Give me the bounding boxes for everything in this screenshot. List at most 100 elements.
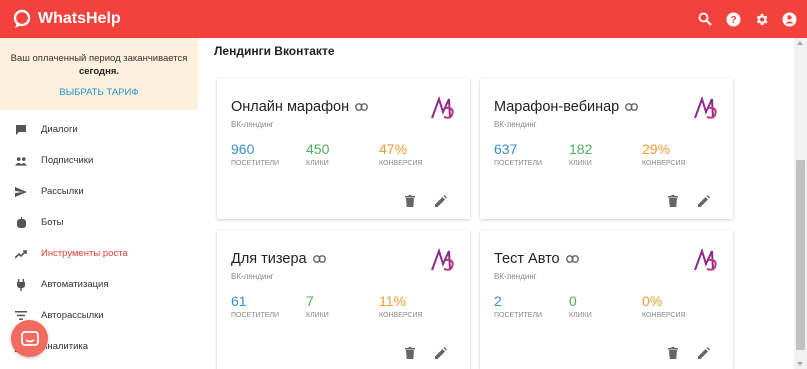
landing-card[interactable]: Онлайн марафон ВК-лендинг 960 Посетители … [217, 78, 470, 219]
sidebar-item-label: Рассылки [41, 186, 84, 197]
stat-visitors: 960 Посетители [231, 141, 279, 167]
support-chat-button[interactable] [11, 320, 48, 357]
sidebar-item-label: Боты [41, 217, 64, 228]
stat-value: 47% [379, 141, 408, 157]
link-icon[interactable] [355, 103, 369, 111]
vk-landing-logo-icon [694, 247, 717, 271]
scroll-down-arrow[interactable] [797, 362, 803, 366]
stat-value: 11% [379, 293, 406, 309]
sidebar-item-label: Инструменты роста [41, 248, 128, 259]
edit-button[interactable] [434, 194, 448, 208]
top-app-bar: WhatsHelp ? [0, 0, 807, 38]
vertical-scrollbar[interactable] [794, 38, 807, 369]
sidebar-item-dialogs[interactable]: Диалоги [0, 114, 198, 145]
stat-value: 182 [569, 141, 593, 157]
stat-visitors: 2 Посетители [494, 293, 542, 319]
stat-label: Клики [569, 312, 592, 319]
help-icon[interactable]: ? [725, 11, 741, 27]
sidebar-item-label: Подписчики [41, 155, 94, 166]
delete-button[interactable] [666, 346, 680, 360]
link-icon[interactable] [625, 103, 639, 111]
stat-label: Клики [306, 160, 329, 167]
main-content: Лендинги Вконтакте Онлайн марафон ВК-лен… [198, 38, 794, 369]
sidebar-item-growth-tools[interactable]: Инструменты роста [0, 238, 198, 269]
trash-icon [668, 195, 678, 207]
app-name: WhatsHelp [38, 10, 121, 27]
subscription-notice: Ваш оплаченный период заканчивается сего… [0, 38, 198, 110]
sidebar-item-bots[interactable]: Боты [0, 207, 198, 238]
stat-value: 450 [306, 141, 330, 157]
stat-clicks: 450 Клики [306, 141, 329, 167]
stat-clicks: 182 Клики [569, 141, 592, 167]
vk-landing-logo-icon [431, 95, 454, 119]
scroll-up-arrow[interactable] [797, 41, 803, 45]
card-title: Марафон-вебинар [494, 99, 620, 115]
delete-button[interactable] [403, 346, 417, 360]
card-subtitle: ВК-лендинг [231, 120, 274, 129]
pencil-icon [698, 347, 710, 359]
stat-conversion: 0% Конверсия [642, 293, 686, 319]
stat-value: 960 [231, 141, 255, 157]
sidebar-item-label: Авторассылки [41, 310, 104, 321]
notice-text: Ваш оплаченный период заканчивается [10, 53, 188, 64]
sidebar-item-subscribers[interactable]: Подписчики [0, 145, 198, 176]
stat-clicks: 7 Клики [306, 293, 329, 319]
stat-label: Клики [569, 160, 592, 167]
landing-card[interactable]: Тест Авто ВК-лендинг 2 Посетители 0 Клики … [480, 230, 733, 369]
delete-button[interactable] [666, 194, 680, 208]
notice-deadline: сегодня. [78, 66, 120, 77]
delete-button[interactable] [403, 194, 417, 208]
stat-value: 0% [642, 293, 663, 309]
choose-plan-link[interactable]: Выбрать тариф [0, 87, 198, 98]
sidebar-item-broadcasts[interactable]: Рассылки [0, 176, 198, 207]
stat-conversion: 11% Конверсия [379, 293, 423, 319]
scrollbar-thumb[interactable] [796, 160, 805, 350]
stat-label: Конверсия [642, 160, 686, 167]
link-icon[interactable] [312, 255, 326, 263]
card-title: Онлайн марафон [231, 99, 350, 115]
pencil-icon [698, 195, 710, 207]
edit-button[interactable] [697, 346, 711, 360]
edit-button[interactable] [434, 346, 448, 360]
pencil-icon [435, 195, 447, 207]
stat-value: 0 [569, 293, 577, 309]
stat-conversion: 29% Конверсия [642, 141, 686, 167]
stat-visitors: 637 Посетители [494, 141, 542, 167]
app-logo[interactable]: WhatsHelp [12, 9, 121, 29]
landing-card[interactable]: Для тизера ВК-лендинг 61 Посетители 7 Клик… [217, 230, 470, 369]
card-title: Для тизера [231, 251, 307, 267]
stat-label: Конверсия [379, 160, 423, 167]
stat-label: Посетители [494, 312, 543, 319]
stat-value: 637 [494, 141, 518, 157]
stat-label: Конверсия [642, 312, 686, 319]
stat-label: Посетители [231, 160, 280, 167]
stat-label: Посетители [231, 312, 280, 319]
sidebar-item-label: Автоматизация [41, 279, 109, 290]
sidebar-item-automation[interactable]: Автоматизация [0, 269, 198, 300]
stat-value: 2 [494, 293, 502, 309]
stat-label: Конверсия [379, 312, 423, 319]
search-icon[interactable] [697, 11, 713, 27]
stat-value: 7 [306, 293, 314, 309]
link-icon[interactable] [565, 255, 579, 263]
card-subtitle: ВК-лендинг [231, 272, 274, 281]
bot-icon [15, 216, 27, 229]
stat-conversion: 47% Конверсия [379, 141, 423, 167]
chat-icon [15, 124, 27, 136]
edit-button[interactable] [697, 194, 711, 208]
stat-clicks: 0 Клики [569, 293, 592, 319]
page-title: Лендинги Вконтакте [214, 44, 335, 58]
stat-value: 61 [231, 293, 247, 309]
card-subtitle: ВК-лендинг [494, 272, 537, 281]
card-subtitle: ВК-лендинг [494, 120, 537, 129]
send-icon [15, 186, 27, 198]
landing-card[interactable]: Марафон-вебинар ВК-лендинг 637 Посетители… [480, 78, 733, 219]
card-title: Тест Авто [494, 251, 560, 267]
chat-bubble-icon [20, 330, 39, 346]
account-icon[interactable] [781, 11, 797, 27]
stat-value: 29% [642, 141, 671, 157]
trash-icon [405, 195, 415, 207]
people-icon [15, 155, 27, 167]
gear-icon[interactable] [753, 11, 769, 27]
stat-label: Клики [306, 312, 329, 319]
